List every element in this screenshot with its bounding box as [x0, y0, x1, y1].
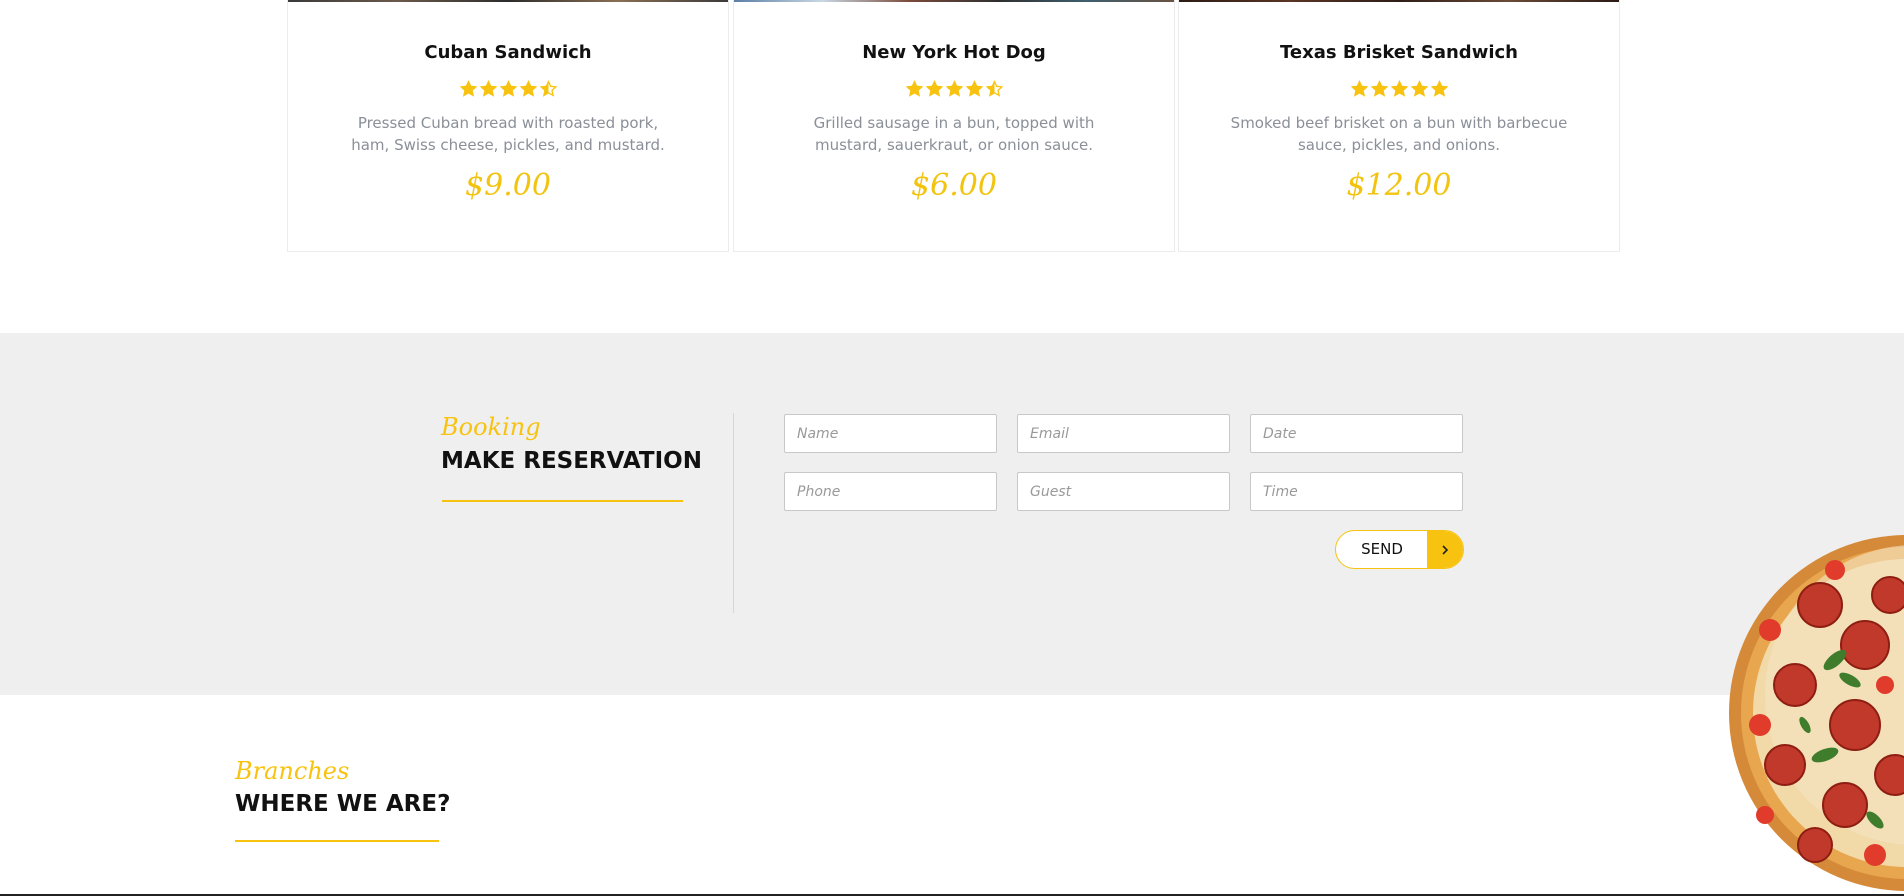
email-field[interactable]: [1017, 414, 1230, 453]
card-image-edge: [288, 0, 728, 2]
star-half-icon: [539, 80, 557, 97]
star-icon: [519, 80, 537, 97]
pizza-image: [1725, 535, 1904, 896]
send-button-label: SEND: [1361, 540, 1403, 558]
vertical-divider: [733, 413, 734, 613]
card-title: Cuban Sandwich: [424, 42, 592, 63]
card-price: $9.00: [465, 168, 551, 203]
date-field[interactable]: [1250, 414, 1463, 453]
star-icon: [1390, 80, 1408, 97]
title-underline: [235, 840, 439, 842]
title-underline: [442, 500, 683, 502]
branches-section: Branches WHERE WE ARE?: [0, 695, 1904, 896]
card-price: $12.00: [1346, 168, 1452, 203]
name-field[interactable]: [784, 414, 997, 453]
card-description: Grilled sausage in a bun, topped with mu…: [813, 114, 1095, 154]
star-half-icon: [985, 80, 1003, 97]
card-image-edge: [1179, 0, 1619, 2]
card-title: Texas Brisket Sandwich: [1280, 42, 1518, 63]
star-icon: [965, 80, 983, 97]
card-title: New York Hot Dog: [862, 42, 1046, 63]
card-image-edge: [734, 0, 1174, 2]
branches-subtitle: Branches: [235, 757, 350, 785]
card-description: Pressed Cuban bread with roasted pork, h…: [351, 114, 665, 154]
card-rating: [288, 80, 728, 98]
send-button[interactable]: SEND: [1335, 530, 1464, 569]
branches-title: WHERE WE ARE?: [235, 791, 451, 817]
booking-subtitle: Booking: [441, 413, 541, 441]
booking-title: MAKE RESERVATION: [441, 448, 702, 474]
time-field[interactable]: [1250, 472, 1463, 511]
chevron-right-icon: [1427, 531, 1463, 568]
star-icon: [459, 80, 477, 97]
guest-field[interactable]: [1017, 472, 1230, 511]
menu-card[interactable]: Cuban Sandwich Pressed Cuban bread with …: [287, 0, 729, 252]
card-description: Smoked beef brisket on a bun with barbec…: [1230, 114, 1568, 154]
star-icon: [1370, 80, 1388, 97]
card-rating: [1179, 80, 1619, 98]
reservation-section: Booking MAKE RESERVATION SEND: [0, 333, 1904, 695]
star-icon: [479, 80, 497, 97]
star-icon: [905, 80, 923, 97]
star-icon: [925, 80, 943, 97]
star-icon: [1430, 80, 1448, 97]
star-icon: [1410, 80, 1428, 97]
star-icon: [1350, 80, 1368, 97]
phone-field[interactable]: [784, 472, 997, 511]
star-icon: [945, 80, 963, 97]
card-rating: [734, 80, 1174, 98]
star-icon: [499, 80, 517, 97]
card-price: $6.00: [911, 168, 997, 203]
menu-cards-section: Cuban Sandwich Pressed Cuban bread with …: [0, 0, 1904, 333]
menu-card[interactable]: New York Hot Dog Grilled sausage in a bu…: [733, 0, 1175, 252]
menu-card[interactable]: Texas Brisket Sandwich Smoked beef brisk…: [1178, 0, 1620, 252]
